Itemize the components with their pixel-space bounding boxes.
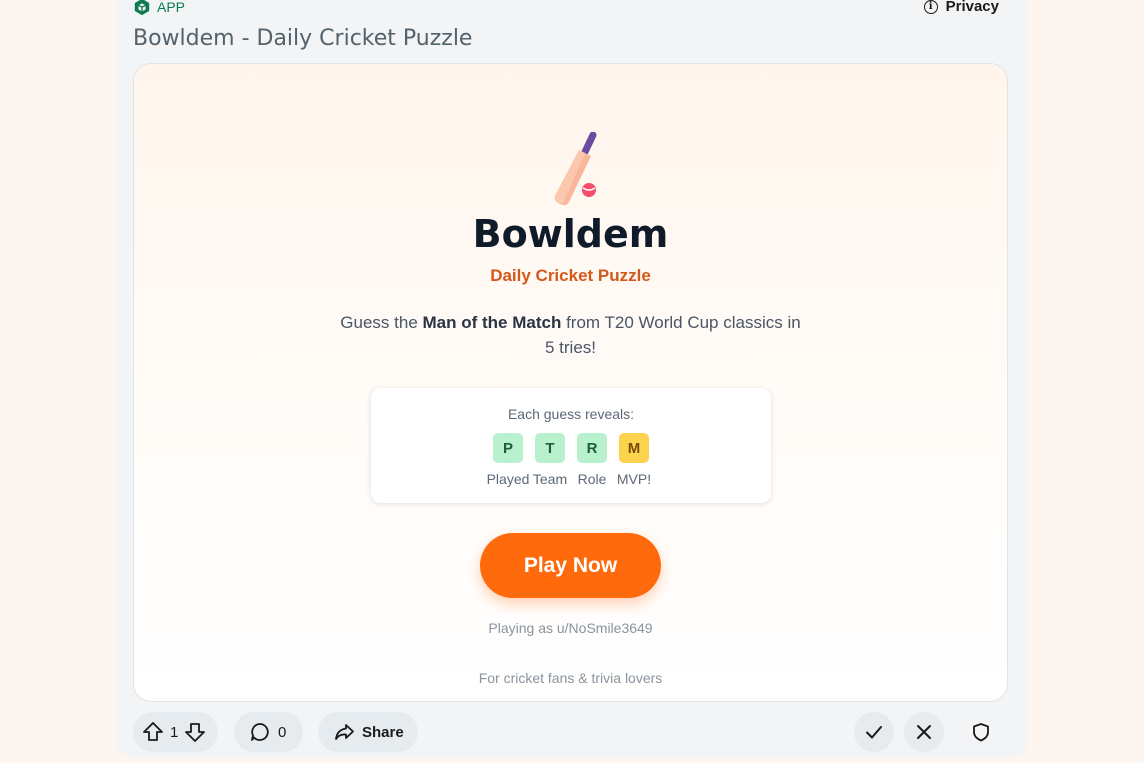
- share-button[interactable]: Share: [318, 712, 418, 752]
- mod-shield-button[interactable]: [961, 712, 1001, 752]
- cricket-bat-icon: [539, 132, 609, 212]
- chip-box: P: [493, 433, 523, 463]
- reveal-info-box: Each guess reveals: P Played T Team R Ro…: [371, 388, 771, 503]
- desc-text-1: Guess the: [340, 313, 423, 332]
- chip-caption: MVP!: [616, 471, 652, 487]
- vote-control: 1: [133, 712, 218, 752]
- playing-as-text: Playing as u/NoSmile3649: [488, 620, 653, 636]
- share-icon: [334, 722, 354, 742]
- shield-icon: [971, 722, 991, 742]
- game-card: Bowldem Daily Cricket Puzzle Guess the M…: [133, 63, 1008, 702]
- post-title[interactable]: Bowldem - Daily Cricket Puzzle: [133, 26, 472, 51]
- comment-icon: [250, 722, 270, 742]
- chip-box: T: [535, 433, 565, 463]
- desc-bold: Man of the Match: [422, 313, 562, 332]
- desc-text-2: from T20 World Cup classics in 5 tries!: [544, 313, 801, 357]
- info-icon: i: [923, 0, 938, 14]
- post-actions-bar: 1 0 Share: [133, 712, 1011, 752]
- game-description: Guess the Man of the Match from T20 Worl…: [334, 310, 807, 360]
- privacy-link[interactable]: i Privacy: [923, 0, 999, 15]
- comment-count: 0: [278, 723, 287, 741]
- vote-count: 1: [170, 723, 179, 741]
- comments-button[interactable]: 0: [234, 712, 303, 752]
- reveal-chips: P Played T Team R Role M MVP!: [371, 433, 771, 487]
- approve-button[interactable]: [854, 712, 894, 752]
- remove-button[interactable]: [904, 712, 944, 752]
- downvote-icon[interactable]: [184, 721, 206, 743]
- chip-box: R: [577, 433, 607, 463]
- chip-caption: Role: [577, 471, 607, 487]
- chip-team: T Team: [533, 433, 567, 487]
- footer-note: For cricket fans & trivia lovers: [478, 670, 663, 686]
- game-subtitle: Daily Cricket Puzzle: [490, 266, 651, 285]
- chip-role: R Role: [575, 433, 609, 487]
- play-now-button[interactable]: Play Now: [480, 533, 661, 598]
- remove-x-icon: [915, 723, 933, 741]
- app-badge-label: APP: [157, 0, 186, 15]
- share-label: Share: [362, 723, 404, 741]
- app-icon: [133, 0, 151, 16]
- reveal-label: Each guess reveals:: [507, 406, 635, 422]
- chip-mvp: M MVP!: [617, 433, 651, 487]
- chip-caption: Played: [486, 471, 530, 487]
- privacy-label: Privacy: [945, 0, 999, 15]
- chip-played: P Played: [487, 433, 529, 487]
- upvote-icon[interactable]: [142, 721, 164, 743]
- game-title: Bowldem: [472, 212, 669, 256]
- post-container: APP i Privacy Bowldem - Daily Cricket Pu…: [117, 0, 1027, 757]
- app-badge[interactable]: APP: [133, 0, 185, 16]
- chip-box: M: [619, 433, 649, 463]
- chip-caption: Team: [532, 471, 568, 487]
- approve-check-icon: [864, 722, 884, 742]
